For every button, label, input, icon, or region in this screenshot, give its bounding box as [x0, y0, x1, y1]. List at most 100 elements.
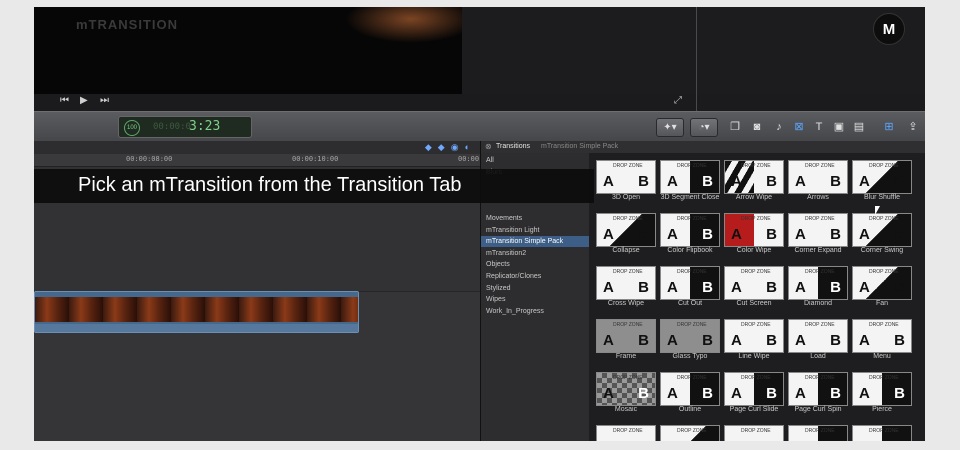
letter-b: B	[830, 385, 841, 402]
transition-thumbnail: DROP ZONE A B	[596, 319, 656, 353]
camera-icon[interactable]: ◙	[750, 121, 764, 133]
fullscreen-icon[interactable]: ⤢	[674, 95, 682, 106]
transition-tile[interactable]: DROP ZONE A B Arrow Wipe	[724, 160, 786, 206]
transition-tile[interactable]: DROP ZONE A B	[596, 425, 658, 441]
close-icon[interactable]: ⊗	[485, 142, 492, 151]
transition-tile[interactable]: DROP ZONE A B 3D Segment Close	[660, 160, 722, 206]
transition-tile[interactable]: DROP ZONE A B Cut Out	[660, 266, 722, 312]
generator-icon[interactable]: ▣	[832, 121, 846, 133]
transition-tile[interactable]: DROP ZONE A B	[852, 425, 914, 441]
drop-zone-label: DROP ZONE	[613, 269, 643, 275]
category-item[interactable]: Replicator/Clones	[481, 271, 589, 282]
transition-tile[interactable]: DROP ZONE A B Arrows	[788, 160, 850, 206]
transition-tile[interactable]: DROP ZONE A B Frame	[596, 319, 658, 365]
viewer-side-panel	[462, 7, 925, 94]
category-item[interactable]: All	[481, 155, 589, 166]
tick-label: 00:00:10:00	[292, 155, 339, 163]
drop-zone-label: DROP ZONE	[805, 375, 835, 381]
video-clip[interactable]	[34, 291, 359, 333]
transition-tile[interactable]: DROP ZONE A B Pierce	[852, 372, 914, 418]
letter-a: A	[859, 332, 870, 349]
share-icon[interactable]: ⇪	[906, 121, 920, 133]
audio-skimming-icons[interactable]: ◆◆◉◐	[425, 142, 476, 153]
category-item[interactable]: Objects	[481, 259, 589, 270]
letter-a: A	[667, 385, 678, 402]
category-item[interactable]: mTransition2	[481, 248, 589, 259]
transition-tile[interactable]: DROP ZONE A B Diamond	[788, 266, 850, 312]
transition-tile[interactable]: DROP ZONE A B 3D Open	[596, 160, 658, 206]
category-item[interactable]: mTransition Light	[481, 225, 589, 236]
transition-thumbnail: DROP ZONE A B	[724, 160, 784, 194]
title-icon[interactable]: T	[812, 121, 826, 133]
inspector-icon[interactable]: ⊞	[882, 121, 896, 133]
transition-tile[interactable]: DROP ZONE A B Collapse	[596, 213, 658, 259]
transport-bar: ⏮ ▶ ⏭ ⤢	[34, 94, 696, 111]
transition-tile[interactable]: DROP ZONE A B	[788, 425, 850, 441]
transition-name: Corner Swing	[860, 247, 904, 254]
category-item[interactable]: Stylized	[481, 283, 589, 294]
category-item[interactable]: Movements	[481, 213, 589, 224]
transition-thumbnail: DROP ZONE A B	[724, 213, 784, 247]
skip-back-icon[interactable]: ⏮	[60, 95, 69, 106]
transition-tile[interactable]: DROP ZONE A B Outline	[660, 372, 722, 418]
timeline-lane	[34, 203, 480, 264]
letter-b: B	[702, 332, 713, 349]
skip-forward-icon[interactable]: ⏭	[100, 95, 109, 106]
timeline-ruler[interactable]: 00:00:08:00 00:00:10:00 00:00:1	[34, 154, 488, 167]
category-item[interactable]: mTransition Simple Pack	[481, 236, 589, 248]
letter-b: B	[638, 173, 649, 190]
transition-tile[interactable]: DROP ZONE A B Mosaic	[596, 372, 658, 418]
tutorial-caption-bar: Pick an mTransition from the Transition …	[34, 169, 594, 203]
transition-thumbnail: DROP ZONE A B	[852, 319, 912, 353]
transition-tile[interactable]: DROP ZONE A B Page Curl Spin	[788, 372, 850, 418]
drop-zone-label: DROP ZONE	[869, 375, 899, 381]
transition-tile[interactable]: DROP ZONE A B Corner Expand	[788, 213, 850, 259]
category-item[interactable]: Work_In_Progress	[481, 306, 589, 317]
transition-tile[interactable]: DROP ZONE A B Load	[788, 319, 850, 365]
transition-tile[interactable]: DROP ZONE A B	[724, 425, 786, 441]
letter-a: A	[731, 173, 742, 190]
transition-tile[interactable]: DROP ZONE A B Fan	[852, 266, 914, 312]
letter-b: B	[830, 226, 841, 243]
transition-tile[interactable]: DROP ZONE A B Color Flipbook	[660, 213, 722, 259]
tutorial-caption: Pick an mTransition from the Transition …	[78, 174, 462, 196]
letter-a: A	[731, 226, 742, 243]
category-item[interactable]	[481, 201, 589, 212]
drop-zone-label: DROP ZONE	[677, 428, 707, 434]
play-icon[interactable]: ▶	[80, 95, 88, 106]
drop-zone-label: DROP ZONE	[869, 163, 899, 169]
letter-a: A	[603, 385, 614, 402]
timecode-display[interactable]: 100 00:00:0 3:23	[118, 116, 252, 138]
browser-title: Transitions	[496, 143, 530, 150]
transition-thumbnail: DROP ZONE A B	[788, 213, 848, 247]
letter-b: B	[766, 279, 777, 296]
transition-tile[interactable]: DROP ZONE A B Corner Swing	[852, 213, 914, 259]
theme-icon[interactable]: ▤	[852, 121, 866, 133]
transition-tile[interactable]: DROP ZONE A B Cut Screen	[724, 266, 786, 312]
transition-tile[interactable]: DROP ZONE A B Menu	[852, 319, 914, 365]
transition-thumbnail: DROP ZONE A B	[660, 160, 720, 194]
transition-thumbnail: DROP ZONE A B	[596, 425, 656, 441]
drop-zone-label: DROP ZONE	[869, 428, 899, 434]
category-item[interactable]: Wipes	[481, 294, 589, 305]
letter-b: B	[766, 173, 777, 190]
transition-tile[interactable]: DROP ZONE A B Color Wipe	[724, 213, 786, 259]
transition-tile[interactable]: DROP ZONE A B Page Curl Slide	[724, 372, 786, 418]
transition-tile[interactable]: DROP ZONE A B Cross Wipe	[596, 266, 658, 312]
transition-thumbnail: DROP ZONE A B	[788, 425, 848, 441]
drop-zone-label: DROP ZONE	[741, 428, 771, 434]
drop-zone-label: DROP ZONE	[613, 375, 643, 381]
magic-wand-icon[interactable]: ✦▾	[656, 118, 684, 137]
transitions-icon[interactable]: ⊠	[792, 121, 806, 133]
letter-a: A	[603, 438, 614, 441]
transition-thumbnail: DROP ZONE A B	[724, 425, 784, 441]
transition-tile[interactable]: DROP ZONE A B Glass Typo	[660, 319, 722, 365]
clip-icon[interactable]: ❐	[728, 121, 742, 133]
drop-zone-label: DROP ZONE	[677, 216, 707, 222]
speed-icon[interactable]: ◔▾	[690, 118, 718, 137]
transition-tile[interactable]: DROP ZONE A B Line Wipe	[724, 319, 786, 365]
music-icon[interactable]: ♪	[772, 121, 786, 133]
transition-tile[interactable]: DROP ZONE A B Blur Shuffle	[852, 160, 914, 206]
letter-b: B	[638, 332, 649, 349]
transition-tile[interactable]: DROP ZONE A B	[660, 425, 722, 441]
